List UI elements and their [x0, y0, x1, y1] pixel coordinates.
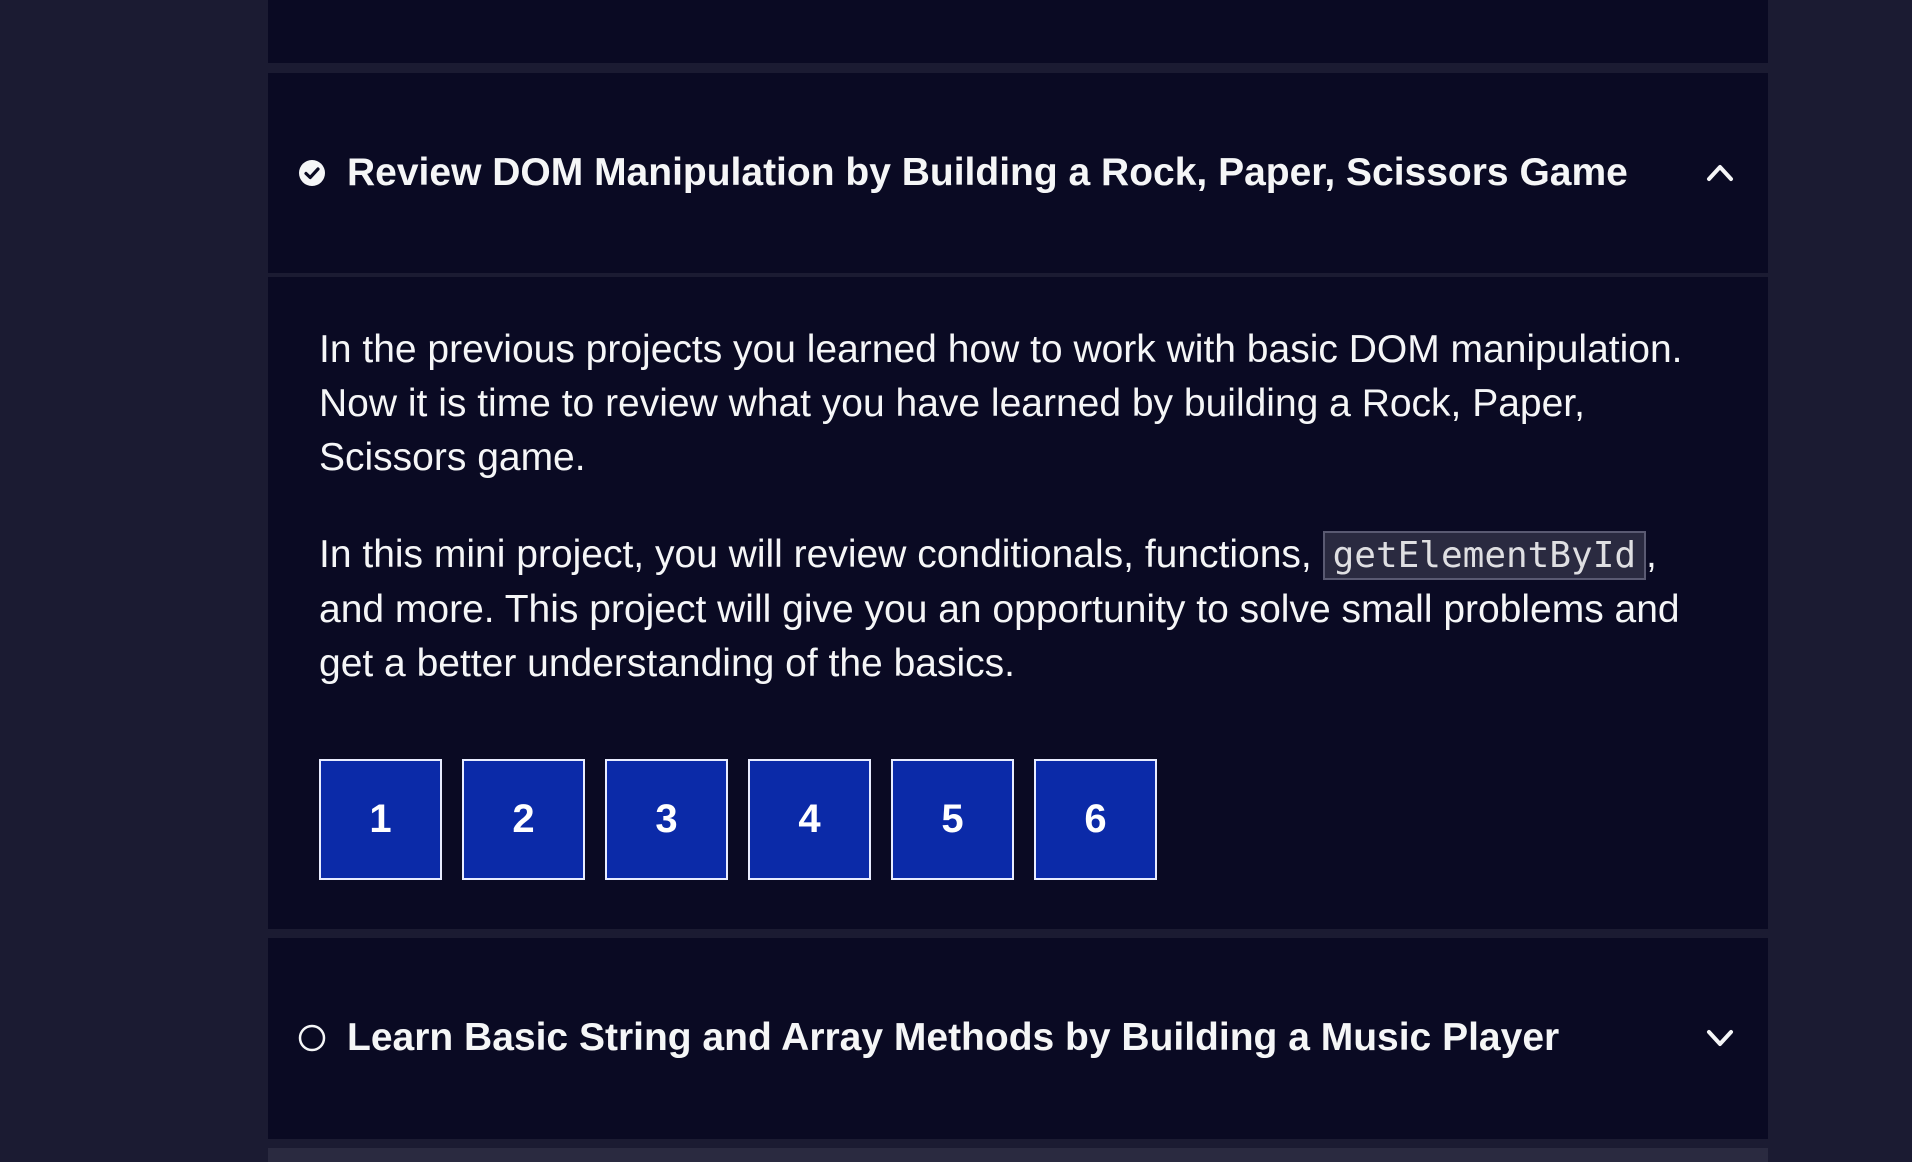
- description-paragraph-1: In the previous projects you learned how…: [319, 328, 1683, 479]
- description-paragraph-2: In this mini project, you will review co…: [319, 528, 1719, 691]
- step-buttons: 1 2 3 4 5 6: [319, 759, 1157, 880]
- section-title: Learn Basic String and Array Methods by …: [347, 1016, 1560, 1059]
- step-button-5[interactable]: 5: [891, 759, 1014, 880]
- section-header-music-player[interactable]: Learn Basic String and Array Methods by …: [268, 938, 1768, 1138]
- section-music-player: Learn Basic String and Array Methods by …: [268, 938, 1768, 1139]
- chevron-down-icon[interactable]: [1704, 1022, 1736, 1054]
- next-section-panel: [268, 1148, 1768, 1162]
- step-button-2[interactable]: 2: [462, 759, 585, 880]
- section-rock-paper-scissors: Review DOM Manipulation by Building a Ro…: [268, 73, 1768, 929]
- step-button-6[interactable]: 6: [1034, 759, 1157, 880]
- section-description: In the previous projects you learned how…: [319, 323, 1719, 691]
- inline-code: getElementById: [1322, 531, 1647, 580]
- chevron-up-icon[interactable]: [1704, 157, 1736, 189]
- section-title: Review DOM Manipulation by Building a Ro…: [347, 151, 1628, 194]
- section-header-rock-paper-scissors[interactable]: Review DOM Manipulation by Building a Ro…: [268, 73, 1768, 277]
- step-button-4[interactable]: 4: [748, 759, 871, 880]
- empty-circle-icon: [298, 1024, 326, 1052]
- curriculum-column: Review DOM Manipulation by Building a Ro…: [268, 0, 1768, 1162]
- step-button-3[interactable]: 3: [605, 759, 728, 880]
- step-button-1[interactable]: 1: [319, 759, 442, 880]
- paragraph-2-text-start: In this mini project, you will review co…: [319, 533, 1323, 576]
- check-circle-icon: [298, 159, 326, 187]
- previous-section-panel: [268, 0, 1768, 63]
